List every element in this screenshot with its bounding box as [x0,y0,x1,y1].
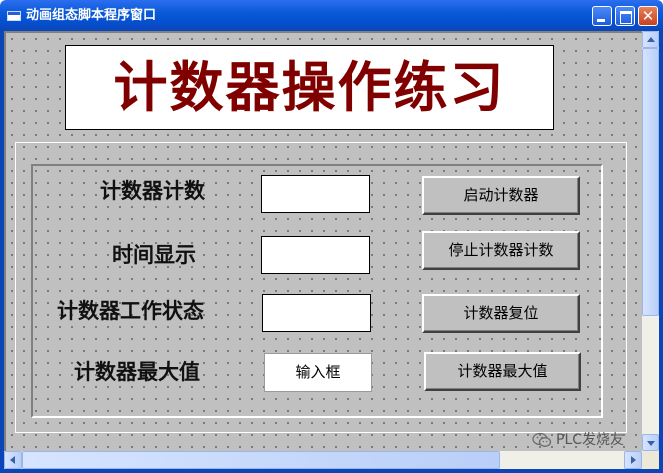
stop-counter-button[interactable]: 停止计数器计数 [422,231,580,270]
scrollbar-corner [642,451,659,469]
time-display-label: 时间显示 [112,242,196,267]
counter-count-field[interactable] [261,175,370,213]
horizontal-scroll-thumb[interactable] [22,451,500,469]
vertical-scroll-thumb[interactable] [642,48,659,316]
counter-status-field[interactable] [262,294,371,332]
counter-max-button[interactable]: 计数器最大值 [424,352,581,391]
arrow-up-icon [647,37,655,42]
counter-max-input[interactable]: 输入框 [264,353,372,392]
time-display-field[interactable] [261,236,370,274]
wechat-icon [532,432,552,447]
counter-status-label: 计数器工作状态 [57,298,204,323]
arrow-left-icon [10,456,15,464]
counter-max-input-text: 输入框 [295,363,341,381]
close-button[interactable]: ✕ [638,6,658,26]
window-frame-bottom [0,469,663,473]
minimize-icon [597,19,605,22]
window-icon [7,11,21,21]
maximize-button[interactable] [615,6,635,26]
minimize-button[interactable] [592,6,612,26]
scroll-up-button[interactable] [642,31,659,48]
window-title: 动画组态脚本程序窗口 [26,8,157,23]
arrow-right-icon [631,456,636,464]
maximize-icon [620,11,632,24]
scroll-right-button[interactable] [624,451,642,469]
banner-box: 计数器操作练习 [65,45,554,130]
counter-max-label: 计数器最大值 [74,359,200,384]
counter-count-label: 计数器计数 [100,178,205,203]
start-counter-button[interactable]: 启动计数器 [422,176,580,215]
banner-title: 计数器操作练习 [113,55,506,119]
watermark: PLC发烧友 [532,430,660,450]
close-icon: ✕ [641,7,655,25]
scroll-left-button[interactable] [4,451,22,469]
reset-counter-button[interactable]: 计数器复位 [422,294,580,333]
window-frame-right [659,31,663,473]
watermark-text: PLC发烧友 [556,432,625,448]
